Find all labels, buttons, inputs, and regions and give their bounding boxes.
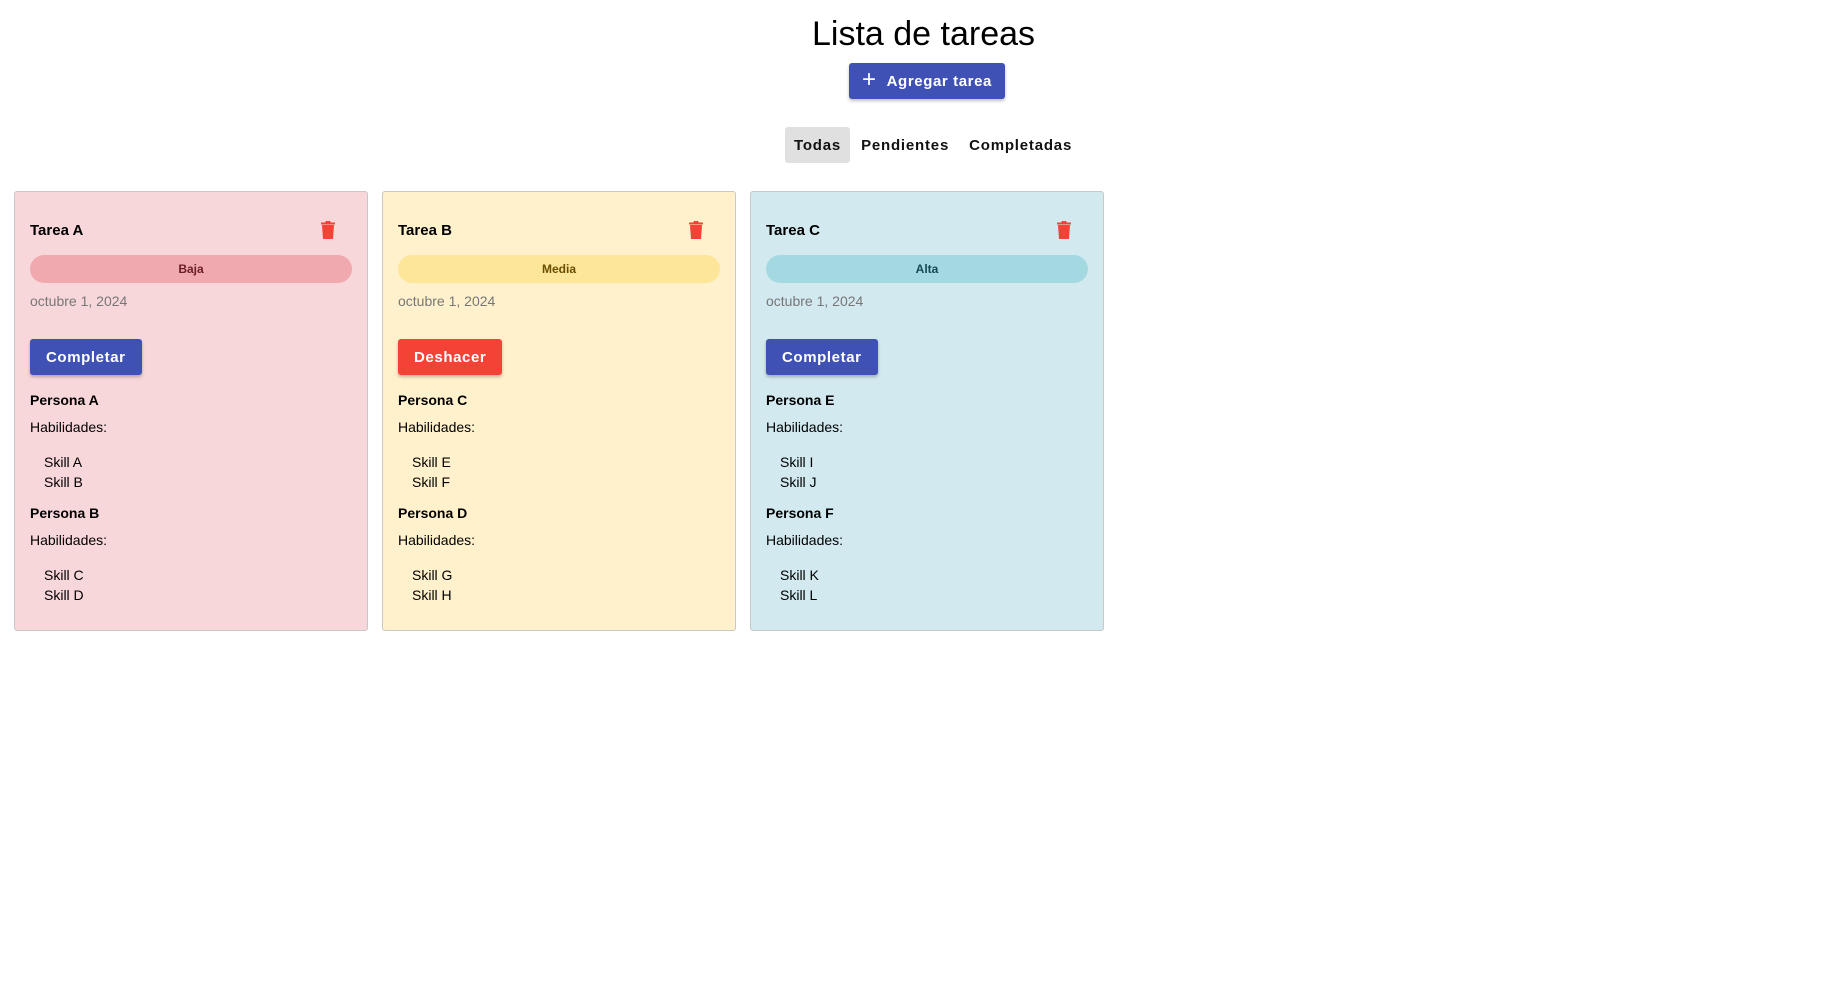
task-title: Tarea B — [398, 221, 452, 239]
skills-label: Habilidades: — [30, 419, 108, 435]
filter-tabs: Todas Pendientes Completadas — [785, 127, 1081, 163]
skills-list: Skill E Skill F — [398, 452, 720, 492]
complete-button[interactable]: Completar — [766, 339, 878, 375]
task-card: Tarea A Baja octubre 1, 2024 Completar P… — [14, 191, 368, 631]
skill-item: Skill C — [44, 567, 84, 583]
skills-label: Habilidades: — [766, 532, 844, 548]
skill-item: Skill K — [780, 567, 819, 583]
skills-list: Skill C Skill D — [30, 565, 352, 605]
skill-item: Skill F — [412, 474, 451, 490]
skill-item: Skill D — [44, 587, 84, 603]
skills-label: Habilidades: — [398, 419, 476, 435]
task-date: octubre 1, 2024 — [766, 293, 864, 309]
person-name: Persona F — [766, 505, 834, 521]
person-name: Persona E — [766, 392, 835, 408]
add-task-button[interactable]: + Agregar tarea — [849, 63, 1005, 99]
skill-item: Skill L — [780, 587, 818, 603]
person: Persona C Habilidades: Skill E Skill F — [398, 391, 720, 492]
person-name: Persona B — [30, 505, 100, 521]
skills-list: Skill A Skill B — [30, 452, 352, 492]
person: Persona F Habilidades: Skill K Skill L — [766, 504, 1088, 605]
task-card-header: Tarea B — [398, 215, 720, 245]
page-title: Lista de tareas — [811, 15, 1036, 53]
task-card: Tarea C Alta octubre 1, 2024 Completar P… — [750, 191, 1104, 631]
undo-button[interactable]: Deshacer — [398, 339, 503, 375]
person: Persona E Habilidades: Skill I Skill J — [766, 391, 1088, 492]
skill-item: Skill J — [780, 474, 817, 490]
task-card-header: Tarea C — [766, 215, 1088, 245]
skills-label: Habilidades: — [398, 532, 476, 548]
task-date: octubre 1, 2024 — [30, 293, 128, 309]
task-title: Tarea A — [30, 221, 84, 239]
task-cards: Tarea A Baja octubre 1, 2024 Completar P… — [14, 191, 1104, 631]
person: Persona B Habilidades: Skill C Skill D — [30, 504, 352, 605]
priority-badge: Baja — [30, 255, 352, 283]
person: Persona D Habilidades: Skill G Skill H — [398, 504, 720, 605]
skill-item: Skill B — [44, 474, 83, 490]
trash-icon[interactable] — [681, 215, 711, 245]
skills-list: Skill G Skill H — [398, 565, 720, 605]
skill-item: Skill H — [412, 587, 452, 603]
skill-item: Skill E — [412, 454, 451, 470]
skill-item: Skill A — [44, 454, 83, 470]
task-card-header: Tarea A — [30, 215, 352, 245]
skills-label: Habilidades: — [766, 419, 844, 435]
skills-list: Skill K Skill L — [766, 565, 1088, 605]
person-name: Persona C — [398, 392, 468, 408]
filter-all[interactable]: Todas — [785, 127, 851, 163]
person-name: Persona D — [398, 505, 468, 521]
skills-list: Skill I Skill J — [766, 452, 1088, 492]
filter-completed[interactable]: Completadas — [960, 127, 1081, 163]
task-date: octubre 1, 2024 — [398, 293, 496, 309]
trash-icon[interactable] — [313, 215, 343, 245]
skill-item: Skill I — [780, 454, 814, 470]
filter-pending[interactable]: Pendientes — [852, 127, 958, 163]
task-list-page: Lista de tareas + Agregar tarea Todas Pe… — [0, 0, 1847, 986]
priority-badge: Media — [398, 255, 720, 283]
person: Persona A Habilidades: Skill A Skill B — [30, 391, 352, 492]
plus-icon: + — [862, 65, 877, 93]
trash-icon[interactable] — [1049, 215, 1079, 245]
priority-badge: Alta — [766, 255, 1088, 283]
skill-item: Skill G — [412, 567, 453, 583]
complete-button[interactable]: Completar — [30, 339, 142, 375]
task-title: Tarea C — [766, 221, 820, 239]
task-card: Tarea B Media octubre 1, 2024 Deshacer P… — [382, 191, 736, 631]
person-name: Persona A — [30, 392, 99, 408]
add-task-label: Agregar tarea — [886, 72, 992, 90]
skills-label: Habilidades: — [30, 532, 108, 548]
